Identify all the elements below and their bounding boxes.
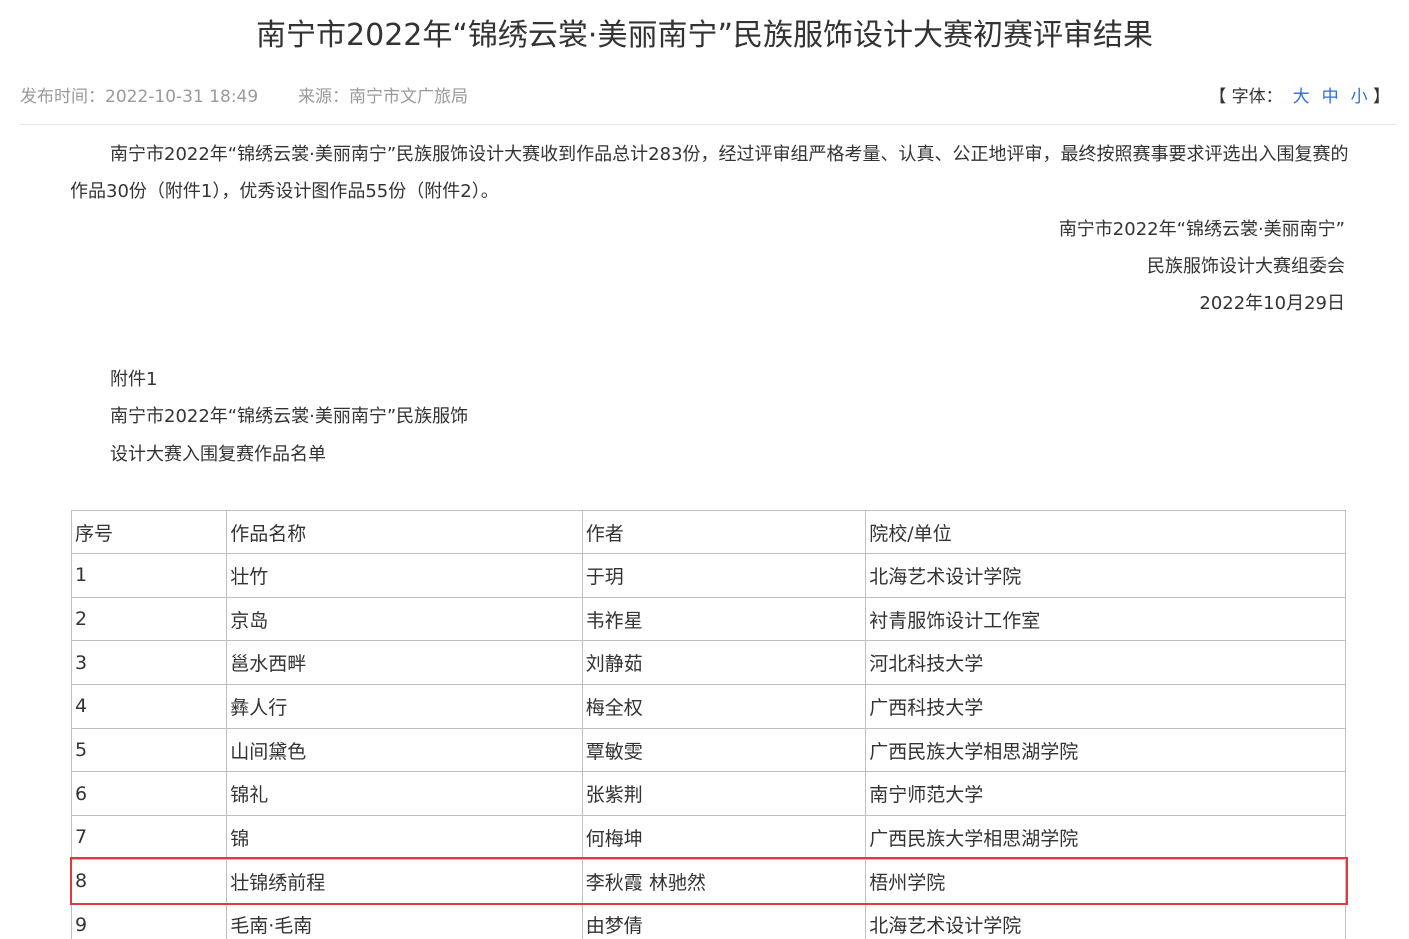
cell-index: 5 [70,727,228,773]
font-size-label: 【 字体： [1209,87,1283,107]
cell-institution: 南宁师范大学 [865,771,1346,817]
cell-work-name: 壮竹 [226,553,583,598]
cell-author: 于玥 [581,553,867,598]
cell-institution: 北海艺术设计学院 [865,902,1346,939]
article-page: 南宁市2022年“锦绣云裳·美丽南宁”民族服饰设计大赛初赛评审结果 发布时间：2… [0,0,1409,939]
cell-author: 由梦倩 [581,902,867,939]
annex-label: 附件1 [110,369,158,390]
cell-index: 2 [70,596,228,642]
table-row: 5 山间黛色 覃敏雯 广西民族大学相思湖学院 [70,727,1346,773]
cell-index: 8 [70,858,228,904]
cell-index: 9 [70,902,228,939]
header-author: 作者 [581,510,867,554]
font-size-medium-link[interactable]: 中 [1322,87,1339,107]
annex-title-line-1: 南宁市2022年“锦绣云裳·美丽南宁”民族服饰 [110,406,469,427]
cell-author: 张紫荆 [581,771,867,817]
cell-work-name: 壮锦绣前程 [226,858,583,904]
cell-index: 7 [70,815,228,860]
cell-work-name: 锦礼 [226,771,583,817]
article-title: 南宁市2022年“锦绣云裳·美丽南宁”民族服饰设计大赛初赛评审结果 [256,18,1153,53]
cell-institution: 河北科技大学 [865,640,1346,686]
table-row: 3 邕水西畔 刘静茹 河北科技大学 [70,640,1346,686]
article-source: 来源：南宁市文广旅局 [298,87,468,107]
cell-author: 李秋霞 林驰然 [581,858,867,904]
table-row: 6 锦礼 张紫荆 南宁师范大学 [70,771,1346,817]
cell-work-name: 锦 [226,815,583,860]
cell-author: 梅全权 [581,684,867,729]
header-index: 序号 [70,510,228,554]
cell-institution: 衬青服饰设计工作室 [865,596,1346,642]
cell-index: 3 [70,640,228,686]
meta-divider [20,124,1396,125]
signature-line-2: 民族服饰设计大赛组委会 [1147,256,1345,277]
intro-paragraph: 南宁市2022年“锦绣云裳·美丽南宁”民族服饰设计大赛收到作品总计283份，经过… [70,144,1349,202]
cell-author: 刘静茹 [581,640,867,686]
font-size-close-bracket: 】 [1367,87,1390,107]
cell-work-name: 彝人行 [226,684,583,729]
cell-author: 何梅坤 [581,815,867,860]
font-size-control: 【 字体： 大中小 】 [1209,84,1390,110]
cell-institution: 梧州学院 [865,858,1346,904]
cell-author: 韦祚星 [581,596,867,642]
font-size-small-link[interactable]: 小 [1351,87,1368,107]
cell-institution: 北海艺术设计学院 [865,553,1346,598]
cell-institution: 广西民族大学相思湖学院 [865,727,1346,773]
annex-title-line-2: 设计大赛入围复赛作品名单 [110,444,326,465]
signature-line-1: 南宁市2022年“锦绣云裳·美丽南宁” [1058,219,1345,240]
table-row: 4 彝人行 梅全权 广西科技大学 [70,684,1346,729]
header-work-name: 作品名称 [226,510,583,554]
cell-work-name: 京岛 [226,596,583,642]
cell-index: 4 [70,684,228,729]
signature-date: 2022年10月29日 [1199,293,1345,314]
header-institution: 院校/单位 [865,510,1346,554]
table-row: 2 京岛 韦祚星 衬青服饰设计工作室 [70,596,1346,642]
cell-index: 1 [70,553,228,598]
cell-index: 6 [70,771,228,817]
finalist-table: 序号 作品名称 作者 院校/单位 1 壮竹 于玥 北海艺术设计学院 2 京岛 韦… [70,510,1346,939]
table-row: 9 毛南·毛南 由梦倩 北海艺术设计学院 [70,902,1346,939]
cell-institution: 广西民族大学相思湖学院 [865,815,1346,860]
font-size-large-link[interactable]: 大 [1293,87,1310,107]
article-meta: 发布时间：2022-10-31 18:49 来源：南宁市文广旅局 【 字体： 大中… [20,84,1396,110]
table-row: 1 壮竹 于玥 北海艺术设计学院 [70,553,1346,598]
table-row-highlighted: 8 壮锦绣前程 李秋霞 林驰然 梧州学院 [70,858,1346,904]
publish-time: 发布时间：2022-10-31 18:49 [20,87,259,107]
cell-author: 覃敏雯 [581,727,867,773]
table-row: 7 锦 何梅坤 广西民族大学相思湖学院 [70,815,1346,860]
table-header-row: 序号 作品名称 作者 院校/单位 [70,510,1346,554]
cell-work-name: 邕水西畔 [226,640,583,686]
cell-institution: 广西科技大学 [865,684,1346,729]
cell-work-name: 山间黛色 [226,727,583,773]
cell-work-name: 毛南·毛南 [226,902,583,939]
